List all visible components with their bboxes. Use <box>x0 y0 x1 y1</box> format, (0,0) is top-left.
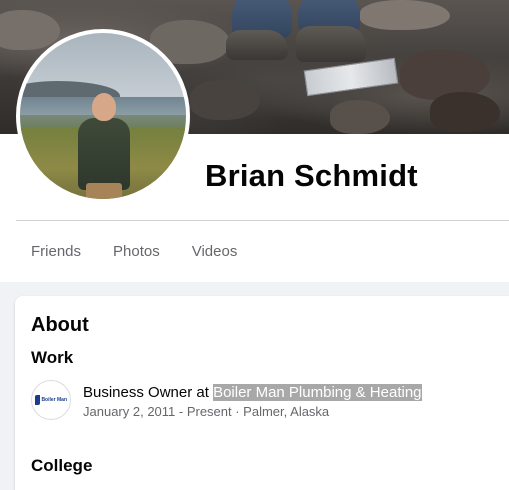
cover-rock <box>0 10 60 50</box>
tab-videos[interactable]: Videos <box>176 232 254 272</box>
profile-name: Brian Schmidt <box>205 158 418 193</box>
work-details: January 2, 2011 - Present · Palmer, Alas… <box>83 404 330 419</box>
company-logo-icon <box>35 395 41 405</box>
profile-tabs: Friends Photos Videos <box>16 232 253 272</box>
cover-object <box>303 57 399 97</box>
about-title: About <box>31 314 89 336</box>
avatar-person-head <box>92 93 116 121</box>
about-card: About Work Boiler Man Business Owner at … <box>15 296 509 490</box>
tab-friends[interactable]: Friends <box>16 232 97 272</box>
header-divider <box>16 220 509 221</box>
cover-boot <box>226 30 288 60</box>
work-role: Business Owner at <box>83 384 214 401</box>
college-heading: College <box>31 456 93 475</box>
avatar-person-pants <box>86 183 122 199</box>
company-logo-plate: Boiler Man <box>35 394 67 406</box>
company-logo[interactable]: Boiler Man <box>31 380 71 420</box>
cover-rock <box>360 0 450 30</box>
cover-rock <box>190 80 260 120</box>
profile-picture[interactable] <box>16 29 190 203</box>
cover-rock <box>330 100 390 134</box>
avatar-person <box>78 118 130 190</box>
cover-boot <box>296 26 366 62</box>
cover-rock <box>430 92 500 132</box>
company-link[interactable]: Boiler Man Plumbing & Heating <box>213 384 422 401</box>
profile-page: Brian Schmidt Friends Photos Videos Abou… <box>0 0 509 490</box>
work-heading: Work <box>31 348 74 367</box>
company-logo-text: Boiler Man <box>41 396 67 403</box>
work-entry: Business Owner at Boiler Man Plumbing & … <box>83 384 422 401</box>
avatar <box>20 33 186 199</box>
tab-photos[interactable]: Photos <box>97 232 176 272</box>
